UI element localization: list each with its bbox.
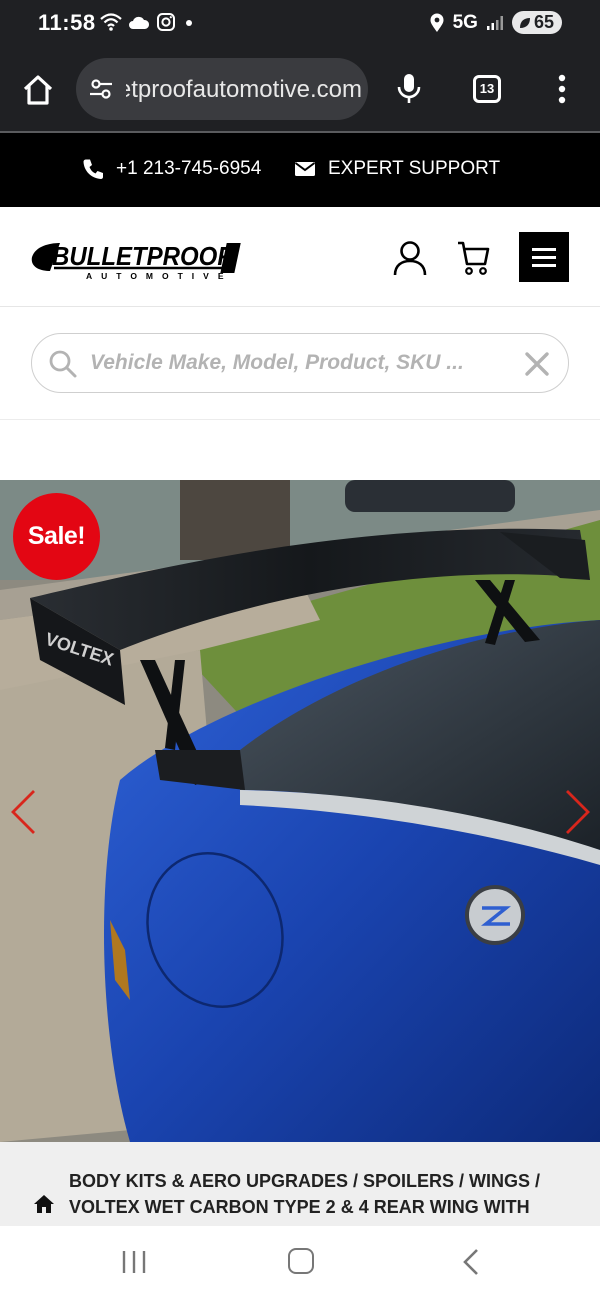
home-icon[interactable] bbox=[20, 72, 56, 108]
status-time: 11:58 bbox=[38, 10, 96, 35]
site-header: BULLETPROOF AUTOMOTIVE bbox=[0, 207, 600, 307]
back-icon[interactable] bbox=[461, 1248, 481, 1276]
wifi-icon bbox=[100, 13, 122, 31]
dot-icon bbox=[186, 20, 192, 26]
more-vert-icon[interactable] bbox=[555, 74, 569, 104]
battery-indicator: 65 bbox=[511, 11, 562, 34]
signal-icon bbox=[486, 15, 503, 30]
product-photo: VOLTEX bbox=[0, 480, 600, 1142]
search-icon bbox=[49, 350, 77, 378]
mic-icon[interactable] bbox=[396, 72, 422, 106]
svg-text:BULLETPROOF: BULLETPROOF bbox=[52, 241, 233, 271]
phone-icon bbox=[83, 159, 103, 179]
status-notification-icons bbox=[100, 12, 196, 32]
system-home-icon[interactable] bbox=[288, 1248, 314, 1274]
tab-switcher-button[interactable]: 13 bbox=[473, 75, 501, 103]
chevron-left-icon[interactable] bbox=[8, 788, 38, 836]
menu-line-icon bbox=[532, 248, 556, 251]
browser-toolbar: bulletproofautomotive.com 13 bbox=[0, 52, 600, 132]
search-input[interactable] bbox=[90, 336, 510, 390]
bulletproof-logo[interactable]: BULLETPROOF AUTOMOTIVE bbox=[30, 237, 244, 281]
status-right-icons: 5G 65 bbox=[429, 11, 562, 34]
hamburger-menu-button[interactable] bbox=[519, 232, 569, 282]
network-type: 5G bbox=[452, 11, 478, 33]
status-bar: 11:58 5G 65 bbox=[0, 0, 600, 52]
location-icon bbox=[430, 13, 444, 32]
phone-link[interactable]: +1 213-745-6954 bbox=[82, 158, 261, 180]
product-image[interactable]: VOLTEX bbox=[0, 480, 600, 1142]
cloud-icon bbox=[129, 16, 150, 29]
support-bar: +1 213-745-6954 EXPERT SUPPORT bbox=[0, 133, 600, 207]
expert-support-link[interactable]: EXPERT SUPPORT bbox=[294, 158, 500, 180]
instagram-icon bbox=[157, 13, 175, 31]
envelope-icon bbox=[294, 162, 316, 176]
home-icon[interactable] bbox=[33, 1194, 55, 1214]
leaf-icon bbox=[519, 17, 530, 28]
tune-icon[interactable] bbox=[88, 76, 114, 102]
recent-apps-icon[interactable] bbox=[121, 1249, 147, 1275]
cart-icon[interactable] bbox=[456, 240, 490, 276]
menu-line-icon bbox=[532, 264, 556, 267]
close-icon[interactable] bbox=[524, 351, 550, 377]
chevron-right-icon[interactable] bbox=[563, 788, 593, 836]
phone-number: +1 213-745-6954 bbox=[116, 158, 262, 179]
url-text: bulletproofautomotive.com bbox=[126, 76, 362, 103]
sale-badge: Sale! bbox=[13, 493, 100, 580]
battery-level: 65 bbox=[533, 12, 554, 32]
breadcrumb-text[interactable]: BODY KITS & AERO UPGRADES / SPOILERS / W… bbox=[69, 1168, 579, 1226]
system-nav-bar bbox=[0, 1226, 600, 1300]
expert-support-label: EXPERT SUPPORT bbox=[328, 158, 501, 179]
user-icon[interactable] bbox=[392, 240, 428, 276]
breadcrumb: BODY KITS & AERO UPGRADES / SPOILERS / W… bbox=[0, 1142, 600, 1226]
search-box[interactable] bbox=[31, 333, 569, 393]
menu-line-icon bbox=[532, 256, 556, 259]
url-bar[interactable]: bulletproofautomotive.com bbox=[76, 58, 368, 120]
search-section bbox=[0, 308, 600, 420]
svg-text:AUTOMOTIVE: AUTOMOTIVE bbox=[86, 271, 233, 281]
